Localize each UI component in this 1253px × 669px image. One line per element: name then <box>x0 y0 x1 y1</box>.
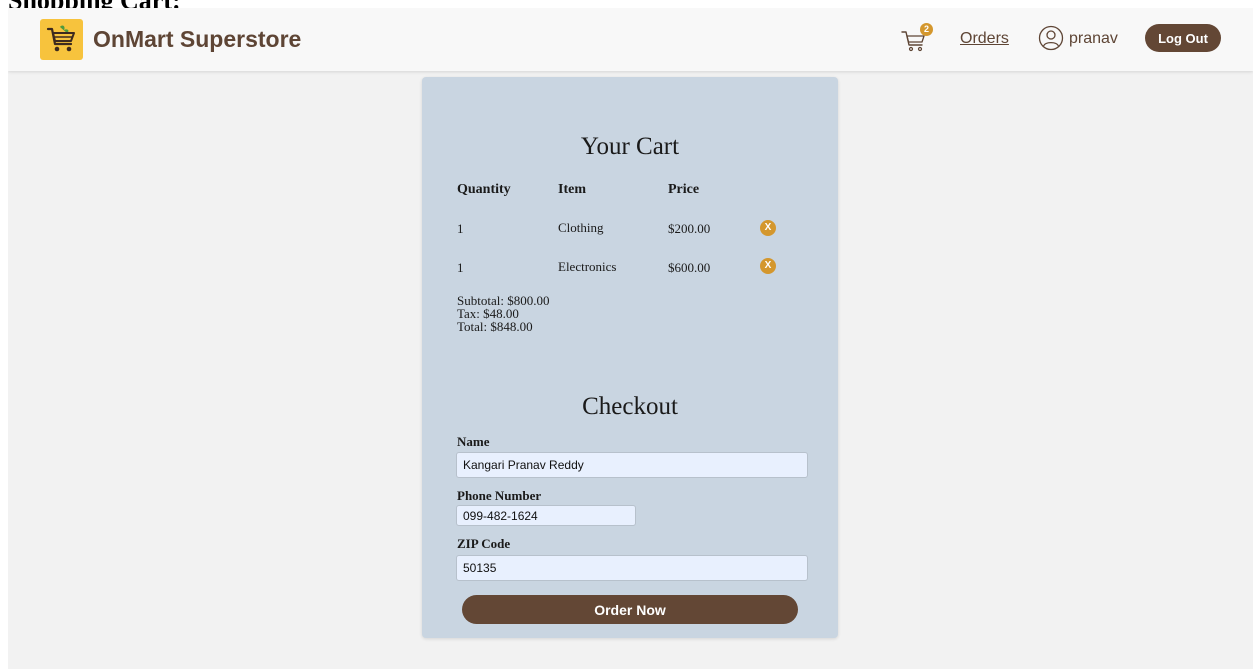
column-header-quantity: Quantity <box>457 182 511 197</box>
remove-item-button[interactable]: X <box>760 220 776 236</box>
brand-name[interactable]: OnMart Superstore <box>93 26 301 53</box>
close-icon: X <box>764 222 772 233</box>
shopping-cart-icon <box>46 25 75 52</box>
column-header-price: Price <box>668 182 700 197</box>
zip-label: ZIP Code <box>457 536 511 551</box>
logout-button[interactable]: Log Out <box>1145 24 1221 52</box>
column-header-item: Item <box>558 182 586 197</box>
row-quantity: 1 <box>457 221 464 236</box>
orders-link[interactable]: Orders <box>960 30 1009 48</box>
row-item: Clothing <box>558 220 604 235</box>
order-now-button[interactable]: Order Now <box>462 595 798 624</box>
logo[interactable] <box>40 19 83 60</box>
phone-label: Phone Number <box>457 488 542 503</box>
remove-item-button[interactable]: X <box>760 258 776 274</box>
row-price: $600.00 <box>668 260 711 275</box>
total: Total: $848.00 <box>457 319 533 334</box>
app-frame: OnMart Superstore 2 Orders pranav Log Ou… <box>8 8 1253 669</box>
user-circle-icon <box>1038 25 1064 51</box>
zip-field[interactable] <box>456 555 808 581</box>
username: pranav <box>1069 30 1118 47</box>
cart-card: Your Cart Quantity Item Price 1 Clothing… <box>422 77 838 638</box>
cart-count-badge: 2 <box>920 23 933 36</box>
row-item: Electronics <box>558 259 617 274</box>
cart-totals: Subtotal: $800.00 Tax: $48.00 Total: $84… <box>457 294 549 333</box>
row-quantity: 1 <box>457 260 464 275</box>
close-icon: X <box>764 260 772 271</box>
name-label: Name <box>457 434 490 449</box>
name-field[interactable] <box>456 452 808 478</box>
phone-field[interactable] <box>456 505 636 526</box>
cart-title: Your Cart <box>580 133 680 160</box>
checkout-title: Checkout <box>582 393 678 420</box>
navbar: OnMart Superstore 2 Orders pranav Log Ou… <box>8 8 1253 71</box>
cart-button[interactable]: 2 <box>901 23 935 56</box>
row-price: $200.00 <box>668 221 711 236</box>
